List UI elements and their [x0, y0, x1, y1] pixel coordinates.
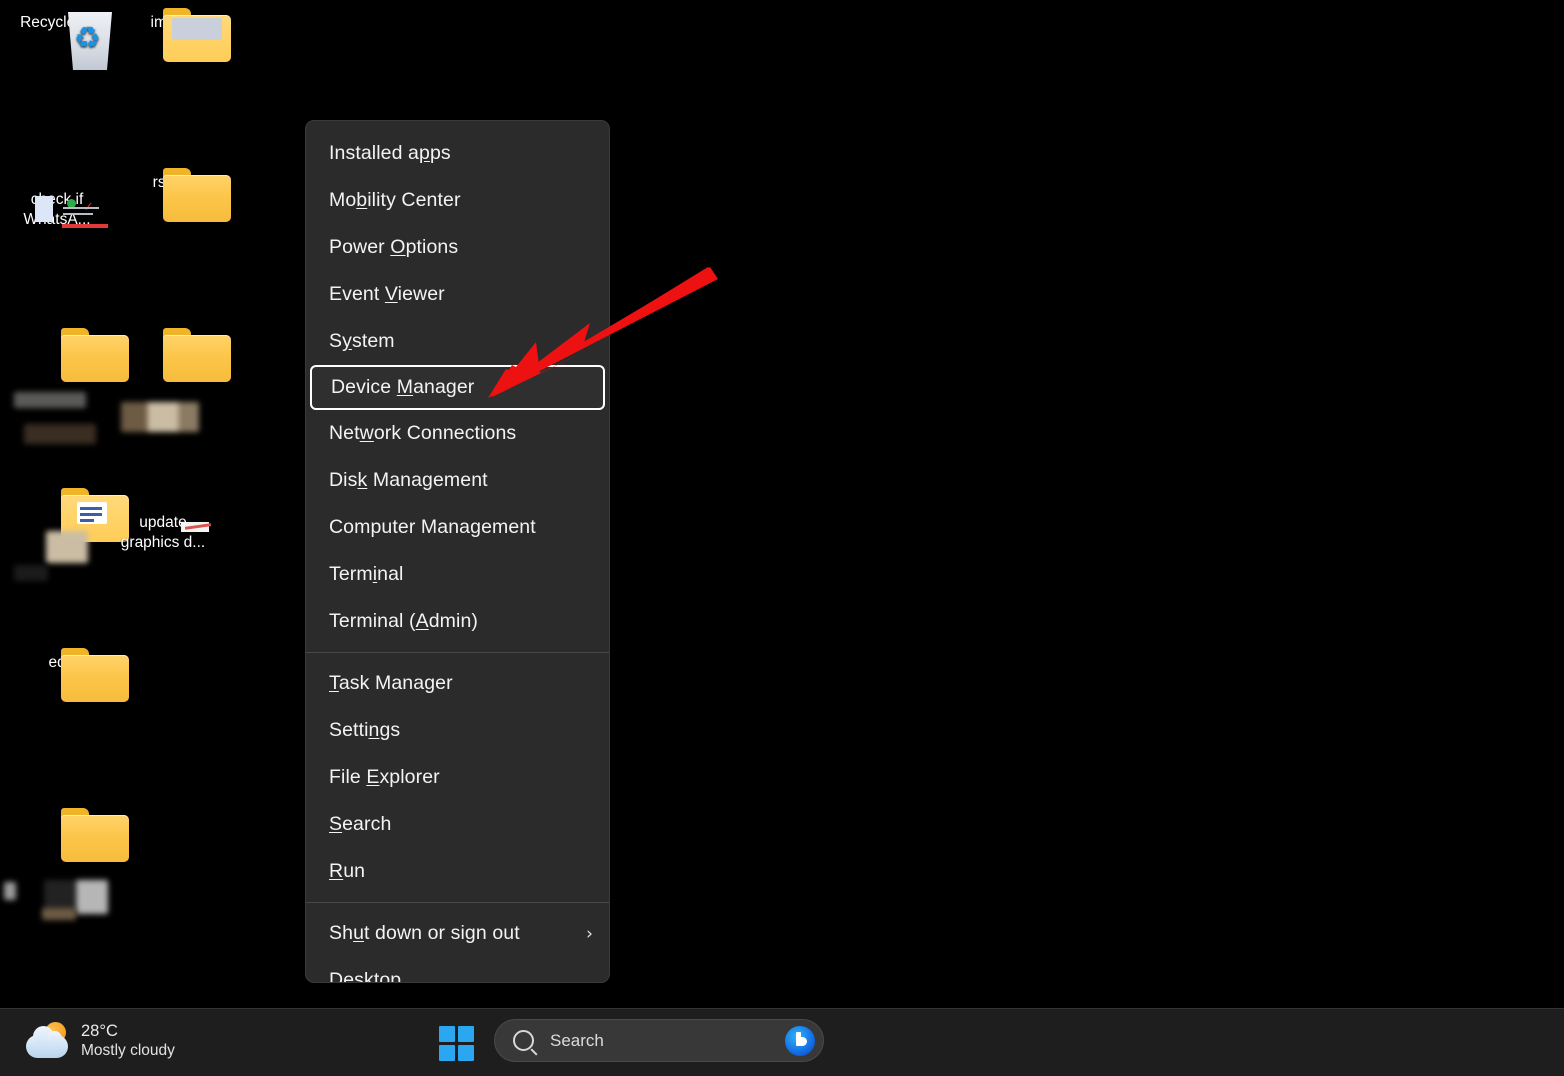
menu-item-label: Settings — [329, 719, 400, 742]
menu-item-terminal-admin[interactable]: Terminal (Admin) — [306, 598, 609, 645]
menu-item-task-manager[interactable]: Task Manager — [306, 660, 609, 707]
desktop-icon-recycle-bin[interactable]: ♻ Recycle Bin — [6, 8, 116, 33]
menu-item-label: Terminal — [329, 563, 404, 586]
menu-item-mobility-center[interactable]: Mobility Center — [306, 177, 609, 224]
winx-quick-link-menu[interactable]: Installed apps Mobility Center Power Opt… — [305, 120, 610, 983]
menu-item-label: Device Manager — [331, 376, 474, 399]
menu-item-installed-apps[interactable]: Installed apps — [306, 130, 609, 177]
menu-item-file-explorer[interactable]: File Explorer — [306, 754, 609, 801]
search-input-placeholder[interactable]: Search — [550, 1031, 785, 1051]
menu-item-computer-management[interactable]: Computer Management — [306, 504, 609, 551]
menu-item-label: Run — [329, 860, 365, 883]
redacted-label-block — [76, 880, 108, 914]
menu-item-network-connections[interactable]: Network Connections — [306, 410, 609, 457]
desktop-icon-edit[interactable]: edit — [6, 648, 116, 673]
menu-item-label: Installed apps — [329, 142, 451, 165]
menu-item-label: System — [329, 330, 395, 353]
menu-item-device-manager[interactable]: Device Manager — [310, 365, 605, 410]
desktop-icon-unnamed-2[interactable] — [108, 328, 218, 333]
desktop-screen: ♻ Recycle Bin img ✓ ch — [0, 0, 1564, 1076]
menu-item-terminal[interactable]: Terminal — [306, 551, 609, 598]
search-icon — [513, 1030, 534, 1051]
menu-item-disk-management[interactable]: Disk Management — [306, 457, 609, 504]
menu-item-power-options[interactable]: Power Options — [306, 224, 609, 271]
windows-logo-icon — [439, 1045, 455, 1061]
menu-item-shut-down-or-sign-out[interactable]: Shut down or sign out › — [306, 910, 609, 957]
menu-item-label: Event Viewer — [329, 283, 445, 306]
desktop-icon-unnamed-3[interactable] — [6, 488, 116, 493]
desktop-icon-rsz[interactable]: rsz — [108, 168, 218, 193]
menu-item-label: Power Options — [329, 236, 458, 259]
menu-item-label: Computer Management — [329, 516, 536, 539]
redacted-label-block — [24, 424, 96, 444]
desktop-icon-unnamed-4[interactable] — [6, 808, 116, 813]
menu-item-label: Task Manager — [329, 672, 453, 695]
windows-logo-icon — [439, 1026, 455, 1042]
menu-item-system[interactable]: System — [306, 318, 609, 365]
chevron-right-icon: › — [586, 924, 593, 944]
sun-behind-cloud-icon — [26, 1022, 70, 1060]
menu-item-label: Desktop — [329, 969, 401, 983]
weather-condition: Mostly cloudy — [81, 1041, 175, 1061]
redacted-label-block — [14, 565, 48, 581]
windows-logo-icon — [458, 1026, 474, 1042]
desktop-icon-img[interactable]: img — [108, 8, 218, 33]
menu-item-event-viewer[interactable]: Event Viewer — [306, 271, 609, 318]
menu-item-label: Disk Management — [329, 469, 488, 492]
menu-item-label: File Explorer — [329, 766, 440, 789]
redacted-label-block — [4, 882, 16, 900]
desktop-icon-unnamed-1[interactable] — [6, 328, 116, 333]
desktop-icon-update-graphics-driver[interactable]: update graphics d... — [108, 508, 218, 553]
weather-widget[interactable]: 28°C Mostly cloudy — [18, 1018, 183, 1064]
start-button[interactable] — [438, 1025, 474, 1061]
weather-temperature: 28°C — [81, 1021, 175, 1041]
bing-copilot-icon[interactable] — [785, 1026, 815, 1056]
menu-separator — [306, 652, 609, 653]
menu-item-label: Shut down or sign out — [329, 922, 520, 945]
windows-logo-icon — [458, 1045, 474, 1061]
menu-item-search[interactable]: Search — [306, 801, 609, 848]
menu-separator — [306, 902, 609, 903]
menu-item-desktop[interactable]: Desktop — [306, 957, 609, 983]
desktop-icon-label: update graphics d... — [108, 513, 218, 553]
desktop-icon-check-if-whatsapp[interactable]: ✓ check if WhatsA... — [2, 185, 112, 230]
redacted-label-block — [121, 402, 199, 432]
menu-item-settings[interactable]: Settings — [306, 707, 609, 754]
redacted-label-block — [42, 908, 76, 920]
menu-item-run[interactable]: Run — [306, 848, 609, 895]
menu-item-label: Mobility Center — [329, 189, 461, 212]
taskbar-search-box[interactable]: Search — [494, 1019, 824, 1062]
redacted-label-block — [14, 392, 86, 408]
menu-item-label: Network Connections — [329, 422, 516, 445]
menu-item-label: Terminal (Admin) — [329, 610, 478, 633]
menu-item-label: Search — [329, 813, 391, 836]
redacted-label-block — [46, 531, 88, 563]
